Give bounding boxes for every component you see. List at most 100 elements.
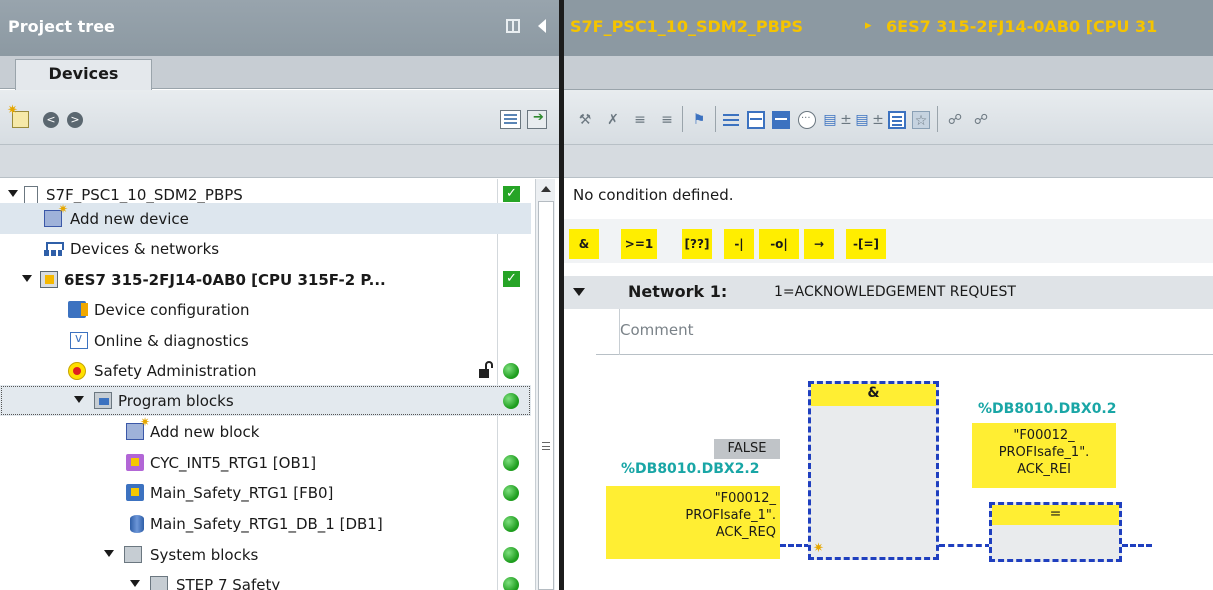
project-tree-toolbar: < > [0, 90, 559, 145]
tree-item-add-new-block[interactable]: Add new block [0, 415, 531, 447]
empty-box-instruction-button[interactable]: [??] [682, 229, 712, 259]
expand-networks-icon[interactable] [747, 111, 765, 129]
grip-icon [542, 442, 550, 450]
tree-scrollbar[interactable] [535, 179, 555, 590]
unlocked-icon [479, 361, 493, 378]
scroll-up-icon[interactable] [541, 186, 551, 192]
tree-item-add-new-device[interactable]: Add new device [0, 202, 531, 234]
block-interface-icon[interactable] [888, 111, 906, 129]
insert-row-icon[interactable]: ≡ [631, 111, 649, 129]
tree-item-online-diagnostics[interactable]: Online & diagnostics [0, 325, 531, 356]
tree-item-label: Device configuration [94, 301, 250, 319]
function-block-icon [126, 484, 144, 501]
network-header[interactable]: Network 1: 1=ACKNOWLEDGEMENT REQUEST [564, 276, 1213, 309]
close-branch-instruction-button[interactable]: → [804, 229, 834, 259]
absolute-operands-icon[interactable] [722, 111, 740, 129]
consistent-check-icon: ✓ [503, 271, 520, 287]
assignment-instruction-button[interactable]: -[=] [846, 229, 886, 259]
data-block-icon [130, 515, 144, 533]
and-box-label: & [811, 384, 936, 406]
tree-item-label: STEP 7 Safety [176, 576, 281, 590]
input-wire [780, 544, 810, 547]
delete-network-icon[interactable]: ✗ [604, 111, 622, 129]
network-description[interactable]: 1=ACKNOWLEDGEMENT REQUEST [774, 284, 1016, 300]
tree-item-devices-networks[interactable]: Devices & networks [0, 233, 531, 264]
cpu-icon [40, 271, 58, 288]
back-icon[interactable]: < [43, 112, 59, 128]
tree-item-db1[interactable]: Main_Safety_RTG1_DB_1 [DB1] [0, 508, 531, 539]
program-editor-panel: S7F_PSC1_10_SDM2_PBPS ▸ 6ES7 315-2FJ14-0… [564, 0, 1213, 590]
and-box[interactable]: & ✷ [808, 381, 939, 560]
tree-item-label: 6ES7 315-2FJ14-0AB0 [CPU 315F-2 P... [64, 271, 386, 289]
tree-item-label: Online & diagnostics [94, 332, 249, 350]
negate-instruction-button[interactable]: -o| [759, 229, 799, 259]
input-operand[interactable]: "F00012_ PROFIsafe_1". ACK_REQ [606, 486, 780, 559]
online-diagnostics-icon [70, 331, 88, 349]
output-operand[interactable]: "F00012_ PROFIsafe_1". ACK_REI [972, 423, 1116, 488]
tree-item-label: Main_Safety_RTG1 [FB0] [150, 484, 334, 502]
output-wire [939, 544, 991, 547]
collapse-networks-icon[interactable] [772, 111, 790, 129]
monitoring-icon[interactable]: ☍ [946, 111, 964, 129]
tree-item-label: Main_Safety_RTG1_DB_1 [DB1] [150, 515, 383, 533]
tree-item-cpu[interactable]: 6ES7 315-2FJ14-0AB0 [CPU 315F-2 P... ✓ [0, 264, 531, 295]
breadcrumb-cpu[interactable]: 6ES7 315-2FJ14-0AB0 [CPU 31 [886, 17, 1157, 36]
expand-arrow-icon[interactable] [74, 396, 84, 403]
tree-item-label: Safety Administration [94, 362, 257, 380]
favorites-icon[interactable]: ☆ [912, 111, 930, 129]
split-view-icon[interactable] [506, 19, 520, 33]
connect-icon[interactable]: ⚑ [690, 111, 708, 129]
tree-item-step7-safety[interactable]: STEP 7 Safety [0, 569, 531, 590]
toolbar-separator [937, 106, 938, 132]
tree-item-program-blocks[interactable]: Program blocks [0, 385, 531, 416]
tree-item-label: System blocks [150, 546, 259, 564]
instruction-favorites-bar: & >=1 [??] -| -o| → -[=] [564, 219, 1213, 263]
or-instruction-button[interactable]: >=1 [621, 229, 657, 259]
expand-arrow-icon[interactable] [130, 580, 140, 587]
project-tree-tabs: Devices [0, 56, 559, 90]
export-icon[interactable] [527, 110, 547, 129]
tree-item-fb0[interactable]: Main_Safety_RTG1 [FB0] [0, 477, 531, 508]
status-ok-icon [503, 577, 519, 590]
assignment-coil[interactable]: = [989, 502, 1122, 562]
editor-title-bar: S7F_PSC1_10_SDM2_PBPS ▸ 6ES7 315-2FJ14-0… [564, 0, 1213, 56]
insert-network-icon[interactable]: ⚒ [576, 111, 594, 129]
tab-devices[interactable]: Devices [15, 59, 152, 90]
tree-item-label: CYC_INT5_RTG1 [OB1] [150, 454, 317, 472]
details-view-icon[interactable] [500, 110, 521, 129]
expand-arrow-icon[interactable] [8, 190, 18, 197]
and-instruction-button[interactable]: & [569, 229, 599, 259]
false-constant[interactable]: FALSE [714, 439, 780, 459]
consistent-check-icon: ✓ [503, 186, 520, 202]
project-tree-header-strip [0, 145, 559, 178]
folder-icon [94, 392, 112, 409]
tree-item-system-blocks[interactable]: System blocks [0, 539, 531, 570]
toolbar-separator [682, 106, 683, 132]
monitor-all-icon[interactable]: ☍ [972, 111, 990, 129]
tree-item-safety-administration[interactable]: Safety Administration [0, 355, 531, 386]
new-project-icon[interactable] [7, 103, 29, 128]
expand-arrow-icon[interactable] [104, 550, 114, 557]
new-input-icon[interactable]: ✷ [813, 541, 824, 556]
tree-item-ob1[interactable]: CYC_INT5_RTG1 [OB1] [0, 447, 531, 478]
project-tree: S7F_PSC1_10_SDM2_PBPS ✓ Add new device D… [0, 179, 559, 590]
tree-item-label: Add new device [70, 210, 189, 228]
expand-arrow-icon[interactable] [22, 275, 32, 282]
append-row-icon[interactable]: ≡ [658, 111, 676, 129]
dropdown-small-icon[interactable]: ± [869, 111, 887, 129]
tree-item-device-configuration[interactable]: Device configuration [0, 294, 531, 325]
forward-icon[interactable]: > [67, 112, 83, 128]
collapse-arrow-icon[interactable] [538, 19, 546, 33]
tree-item-label: Add new block [150, 423, 260, 441]
open-branch-instruction-button[interactable]: -| [724, 229, 754, 259]
status-ok-icon [503, 547, 519, 563]
status-ok-icon [503, 485, 519, 501]
network-comment-field[interactable]: Comment [596, 309, 1213, 355]
breadcrumb-project[interactable]: S7F_PSC1_10_SDM2_PBPS [570, 17, 803, 36]
comments-icon[interactable] [798, 110, 816, 129]
input-address: %DB8010.DBX2.2 [621, 461, 760, 477]
status-ok-icon [503, 363, 519, 379]
add-device-icon [44, 202, 68, 227]
scrollbar-thumb[interactable] [538, 201, 554, 590]
collapse-network-icon[interactable] [573, 288, 585, 296]
